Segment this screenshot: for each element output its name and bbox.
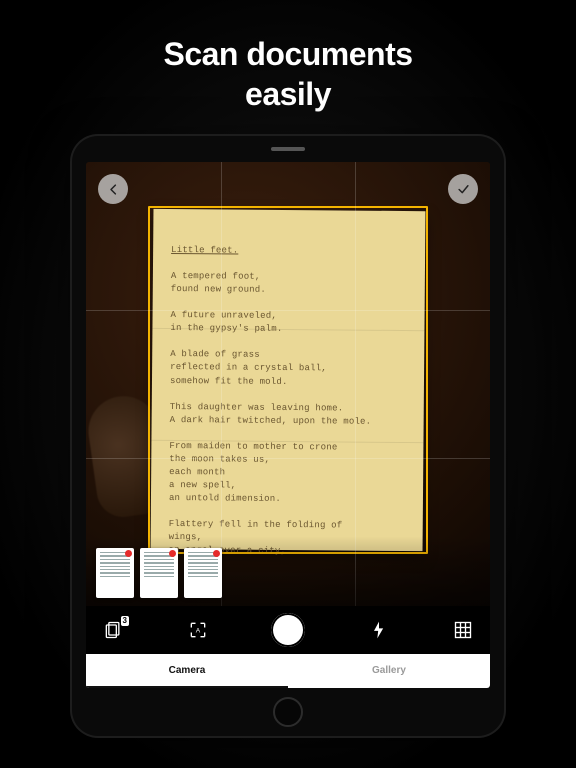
shutter-button[interactable] [271, 613, 305, 647]
control-bar: 3 A [86, 606, 490, 654]
scanned-document: Little feet. A tempered foot, found new … [151, 209, 426, 551]
grid-line [86, 310, 490, 311]
thumbnail[interactable] [184, 548, 222, 598]
flash-button[interactable] [368, 619, 390, 641]
delete-dot-icon[interactable] [169, 550, 176, 557]
tablet-frame: Little feet. A tempered foot, found new … [72, 136, 504, 736]
app-screen: Little feet. A tempered foot, found new … [86, 162, 490, 688]
capture-thumbnails [96, 548, 222, 598]
confirm-button[interactable] [448, 174, 478, 204]
delete-dot-icon[interactable] [125, 550, 132, 557]
document-text: Little feet. A tempered foot, found new … [168, 231, 407, 572]
grid-line [86, 458, 490, 459]
svg-text:A: A [195, 628, 200, 635]
batch-button[interactable]: 3 [102, 619, 124, 641]
auto-capture-button[interactable]: A [187, 619, 209, 641]
thumbnail[interactable] [140, 548, 178, 598]
back-button[interactable] [98, 174, 128, 204]
grid-button[interactable] [452, 619, 474, 641]
batch-count-badge: 3 [120, 615, 130, 627]
camera-viewfinder[interactable]: Little feet. A tempered foot, found new … [86, 162, 490, 606]
grid-line [221, 162, 222, 606]
delete-dot-icon[interactable] [213, 550, 220, 557]
grabber-icon [271, 147, 305, 151]
grid-line [355, 162, 356, 606]
home-button[interactable] [273, 697, 303, 727]
tab-gallery[interactable]: Gallery [288, 654, 490, 688]
bottom-tabs: Camera Gallery [86, 654, 490, 688]
thumbnail[interactable] [96, 548, 134, 598]
promo-headline: Scan documents easily [163, 34, 412, 114]
tab-camera[interactable]: Camera [86, 654, 288, 688]
